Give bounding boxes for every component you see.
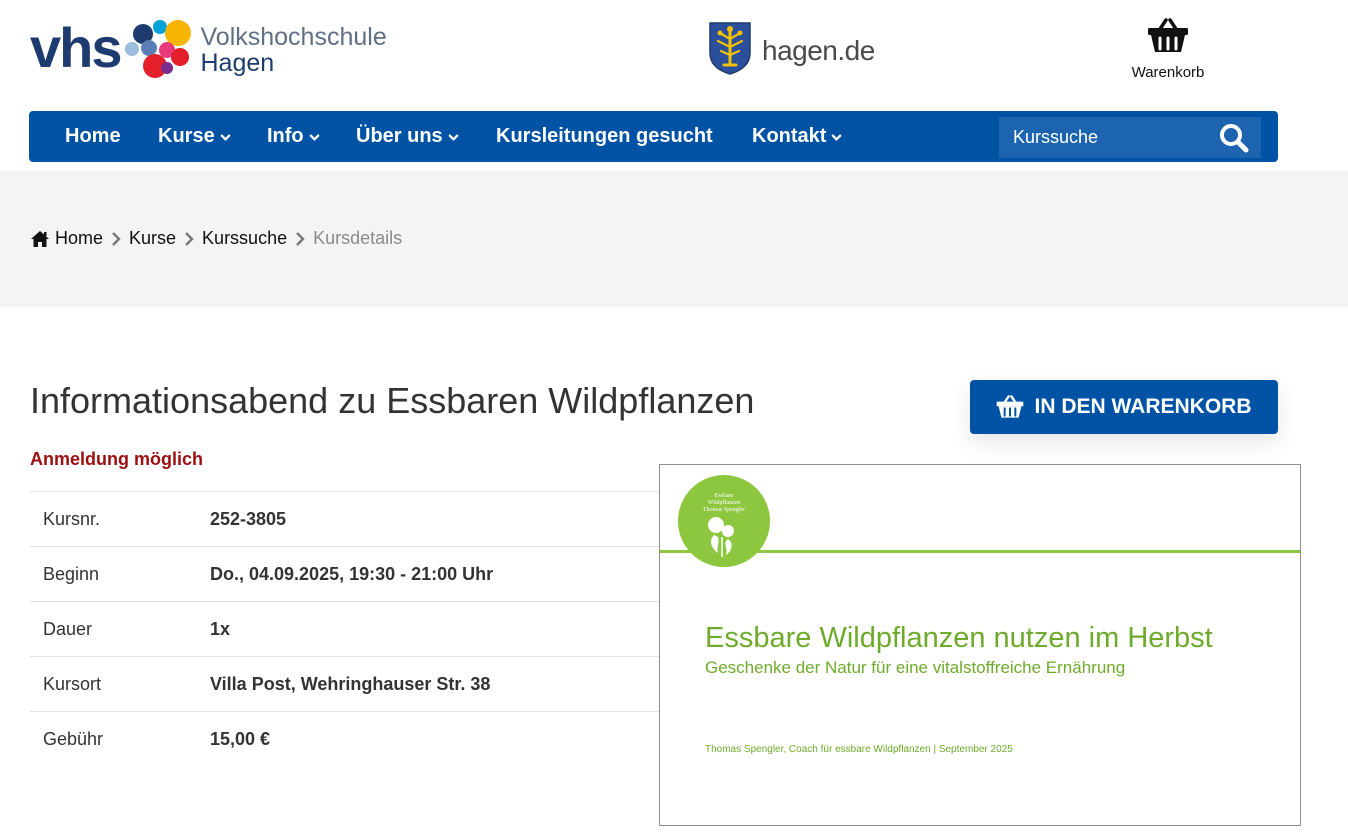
- breadcrumb: Home Kurse Kurssuche Kursdetails: [30, 228, 402, 249]
- add-to-cart-label: IN DEN WARENKORB: [1034, 395, 1252, 418]
- breadcrumb-band: Home Kurse Kurssuche Kursdetails: [0, 171, 1348, 307]
- basket-icon: [1148, 18, 1188, 52]
- course-image: Essbare Wildpflanzen Thomas Spengler Ess…: [659, 464, 1301, 826]
- nav-item-kurse[interactable]: Kurse: [158, 111, 231, 162]
- vhs-logo-line1: Volkshochschule: [200, 22, 387, 51]
- add-to-cart-button[interactable]: IN DEN WARENKORB: [970, 380, 1278, 434]
- hagen-logo[interactable]: hagen.de: [708, 20, 875, 76]
- nav-item-kontakt-label: Kontakt: [752, 125, 827, 147]
- chevron-down-icon: [832, 134, 842, 141]
- nav-item-kursleitungen-label: Kursleitungen gesucht: [496, 125, 713, 147]
- breadcrumb-kurssuche[interactable]: Kurssuche: [202, 228, 287, 249]
- detail-row-dauer: Dauer 1x: [30, 601, 660, 656]
- slide-subtitle: Geschenke der Natur für eine vitalstoffr…: [705, 658, 1126, 677]
- nav-item-kurse-label: Kurse: [158, 125, 215, 147]
- detail-value: 252-3805: [210, 508, 287, 529]
- detail-row-gebuehr: Gebühr 15,00 €: [30, 711, 660, 766]
- detail-value: Villa Post, Wehringhauser Str. 38: [210, 673, 491, 694]
- nav-item-kontakt[interactable]: Kontakt: [752, 111, 842, 162]
- vhs-logo-text: Volkshochschule Hagen: [200, 22, 387, 77]
- breadcrumb-home[interactable]: Home: [30, 228, 103, 249]
- slide-badge: Essbare Wildpflanzen Thomas Spengler: [678, 475, 770, 567]
- search-icon: [1220, 123, 1249, 152]
- chevron-down-icon: [448, 134, 459, 141]
- detail-value: Do., 04.09.2025, 19:30 - 21:00 Uhr: [210, 563, 494, 584]
- detail-row-kursnr: Kursnr. 252-3805: [30, 491, 660, 546]
- basket-icon: [997, 395, 1024, 418]
- site-header: vhs Volkshochschule Hagen hagen.de Waren…: [0, 0, 1348, 108]
- cart-link[interactable]: Warenkorb: [1120, 18, 1216, 81]
- detail-row-beginn: Beginn Do., 04.09.2025, 19:30 - 21:00 Uh…: [30, 546, 660, 601]
- breadcrumb-home-label: Home: [55, 228, 104, 248]
- hagen-logo-text: hagen.de: [762, 35, 875, 66]
- nav-item-home[interactable]: Home: [65, 111, 121, 162]
- chevron-down-icon: [309, 134, 320, 141]
- slide-title: Essbare Wildpflanzen nutzen im Herbst: [705, 622, 1213, 654]
- breadcrumb-kurse[interactable]: Kurse: [129, 228, 176, 249]
- cart-label: Warenkorb: [1131, 64, 1205, 81]
- city-crest-icon: [709, 22, 751, 75]
- detail-label: Kursnr.: [43, 508, 101, 529]
- nav-item-info[interactable]: Info: [267, 111, 320, 162]
- search-input[interactable]: [999, 117, 1214, 158]
- search-button[interactable]: [1214, 117, 1254, 158]
- vhs-logo-line2: Hagen: [200, 49, 275, 77]
- nav-item-kursleitungen[interactable]: Kursleitungen gesucht: [496, 111, 713, 162]
- detail-label: Gebühr: [43, 728, 104, 749]
- breadcrumb-kursdetails-label: Kursdetails: [313, 228, 403, 248]
- nav-item-info-label: Info: [267, 125, 304, 147]
- nav-item-ueber-uns[interactable]: Über uns: [356, 111, 459, 162]
- vhs-logo[interactable]: vhs Volkshochschule Hagen: [30, 18, 430, 82]
- detail-label: Dauer: [43, 618, 93, 639]
- breadcrumb-kurssuche-label: Kurssuche: [202, 228, 288, 248]
- course-title: Informationsabend zu Essbaren Wildpflanz…: [30, 380, 755, 421]
- search-box: [999, 117, 1261, 158]
- detail-value: 15,00 €: [210, 728, 271, 749]
- home-icon: [31, 230, 49, 247]
- chevron-right-icon: [185, 231, 194, 246]
- detail-row-kursort: Kursort Villa Post, Wehringhauser Str. 3…: [30, 656, 660, 711]
- main-navigation: Home Kurse Info Über uns Kursleitungen g…: [29, 111, 1278, 162]
- vhs-logo-mark: vhs: [30, 16, 122, 79]
- chevron-down-icon: [220, 134, 231, 141]
- dandelion-icon: [708, 517, 734, 557]
- chevron-right-icon: [296, 231, 305, 246]
- breadcrumb-kurse-label: Kurse: [129, 228, 177, 248]
- chevron-right-icon: [112, 231, 121, 246]
- vhs-logo-dots: [123, 18, 193, 82]
- nav-item-home-label: Home: [65, 125, 121, 147]
- registration-status: Anmeldung möglich: [30, 449, 203, 469]
- detail-label: Beginn: [43, 563, 100, 584]
- detail-value: 1x: [210, 618, 231, 639]
- nav-item-ueber-uns-label: Über uns: [356, 125, 443, 147]
- course-details-table: Kursnr. 252-3805 Beginn Do., 04.09.2025,…: [30, 491, 660, 766]
- slide-credit: Thomas Spengler, Coach für essbare Wildp…: [705, 744, 1013, 755]
- detail-label: Kursort: [43, 673, 102, 694]
- breadcrumb-kursdetails: Kursdetails: [313, 228, 402, 249]
